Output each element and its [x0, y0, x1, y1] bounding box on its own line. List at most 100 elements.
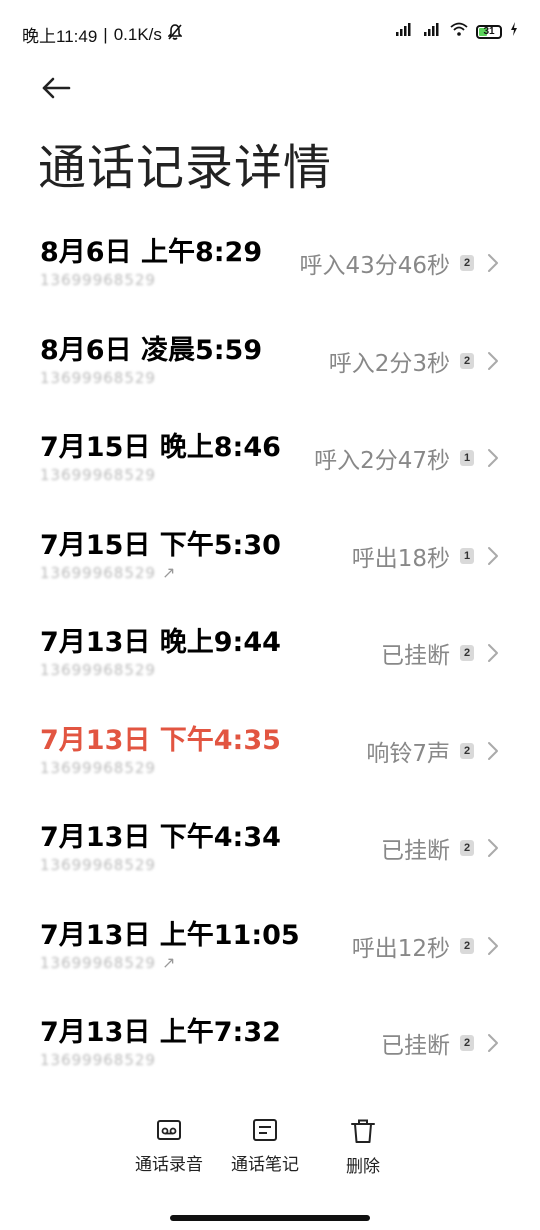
battery-level: 31 — [483, 25, 495, 37]
network-speed: 0.1K/s — [113, 24, 162, 44]
wifi-icon — [450, 22, 468, 41]
call-log-row[interactable]: 7月15日 下午5:30 13699968529 ↗ 呼出18秒 1 — [0, 513, 540, 611]
call-log-row[interactable]: 7月13日 上午7:32 13699968529 已挂断 2 — [0, 1000, 540, 1098]
phone-number-redacted: 13699968529 — [40, 563, 156, 582]
call-time: 7月13日 下午4:35 — [40, 724, 281, 756]
call-time: 7月15日 晚上8:46 — [40, 432, 281, 463]
sim-badge: 1 — [460, 450, 474, 466]
phone-number-redacted: 13699968529 — [40, 1051, 156, 1069]
signal-icon-sim2 — [422, 22, 442, 41]
chevron-right-icon — [484, 446, 502, 470]
sim-badge: 2 — [460, 352, 474, 369]
call-status: 响铃7声 — [366, 740, 450, 767]
call-log-row[interactable]: 7月13日 上午11:05 13699968529 ↗ 呼出12秒 2 — [0, 903, 540, 1001]
outgoing-arrow-icon: ↗ — [161, 953, 176, 972]
call-status: 呼入2分3秒 — [328, 350, 450, 377]
call-number: 13699968529 — [40, 1050, 156, 1070]
call-detail: 呼入2分47秒 1 — [314, 441, 502, 475]
call-log-row[interactable]: 8月6日 凌晨5:59 13699968529 呼入2分3秒 2 — [0, 318, 540, 416]
call-number: 13699968529 — [40, 368, 156, 388]
phone-number-redacted: 13699968529 — [40, 368, 156, 387]
sim-badge: 2 — [460, 937, 474, 954]
recording-icon — [157, 1120, 181, 1140]
call-number: 13699968529 ↗ — [40, 563, 175, 583]
call-status: 呼出18秒 — [351, 545, 450, 572]
phone-number-redacted: 13699968529 — [40, 758, 156, 777]
call-time: 7月13日 上午7:32 — [40, 1017, 281, 1048]
bottom-action-bar: 通话录音 通话笔记 删除 — [0, 1118, 540, 1188]
call-time: 7月13日 下午4:34 — [40, 822, 281, 853]
call-status: 已挂断 — [381, 643, 450, 669]
call-notes-label: 通话笔记 — [231, 1155, 299, 1175]
signal-icon-sim1 — [394, 22, 414, 41]
call-number: 13699968529 — [40, 660, 156, 680]
call-status: 已挂断 — [381, 838, 450, 864]
call-time: 8月6日 上午8:29 — [40, 237, 263, 268]
call-recording-label: 通话录音 — [135, 1155, 203, 1175]
bell-mute-icon — [166, 24, 183, 45]
delete-button[interactable]: 删除 — [346, 1118, 380, 1177]
call-time: 8月6日 凌晨5:59 — [40, 334, 263, 366]
chevron-right-icon — [484, 1031, 502, 1055]
phone-number-redacted: 13699968529 — [40, 953, 156, 972]
call-number: 13699968529 — [40, 758, 156, 778]
call-log-row[interactable]: 8月6日 上午8:29 13699968529 呼入43分46秒 2 — [0, 220, 540, 318]
call-log-row[interactable]: 7月15日 晚上8:46 13699968529 呼入2分47秒 1 — [0, 415, 540, 513]
chevron-right-icon — [484, 349, 502, 373]
home-indicator[interactable] — [170, 1215, 370, 1221]
call-log-row[interactable]: 7月13日 下午4:34 13699968529 已挂断 2 — [0, 805, 540, 903]
call-time: 7月13日 晚上9:44 — [40, 627, 281, 658]
trash-icon — [351, 1119, 375, 1143]
chevron-right-icon — [484, 934, 502, 958]
call-detail: 已挂断 2 — [381, 831, 502, 865]
sim-badge: 1 — [460, 547, 474, 564]
phone-number-redacted: 13699968529 — [40, 466, 156, 484]
call-status: 已挂断 — [381, 1033, 450, 1059]
call-number: 13699968529 ↗ — [40, 953, 175, 973]
phone-number-redacted: 13699968529 — [40, 661, 156, 679]
call-number: 13699968529 — [40, 270, 156, 290]
chevron-right-icon — [484, 544, 502, 568]
call-detail: 呼入43分46秒 2 — [299, 246, 502, 280]
call-detail: 响铃7声 2 — [366, 734, 502, 768]
status-time: 晚上11:49 — [22, 27, 98, 46]
call-notes-button[interactable]: 通话笔记 — [231, 1118, 299, 1175]
call-time: 7月13日 上午11:05 — [40, 919, 300, 951]
phone-number-redacted: 13699968529 — [40, 856, 156, 874]
status-separator: | — [103, 24, 108, 44]
call-detail: 呼出12秒 2 — [352, 929, 502, 963]
status-left: 晚上11:49 | 0.1K/s — [22, 22, 183, 47]
status-right: 31 — [394, 22, 518, 41]
call-detail: 已挂断 2 — [381, 1026, 502, 1060]
chevron-right-icon — [484, 251, 502, 275]
battery-icon: 31 — [476, 24, 502, 39]
call-log-row[interactable]: 7月13日 下午4:35 13699968529 响铃7声 2 — [0, 708, 540, 806]
call-detail: 已挂断 2 — [381, 636, 502, 670]
sim-badge: 2 — [460, 645, 474, 661]
delete-label: 删除 — [346, 1157, 380, 1177]
status-bar: 晚上11:49 | 0.1K/s 31 — [0, 0, 540, 68]
call-status: 呼入43分46秒 — [299, 253, 450, 279]
note-icon — [253, 1119, 277, 1141]
phone-number-redacted: 13699968529 — [40, 271, 156, 289]
sim-badge: 2 — [460, 840, 474, 856]
sim-badge: 2 — [460, 255, 474, 271]
call-recording-button[interactable]: 通话录音 — [135, 1118, 203, 1175]
sim-badge: 2 — [460, 1035, 474, 1051]
call-detail: 呼入2分3秒 2 — [329, 344, 502, 378]
call-status: 呼入2分47秒 — [314, 448, 450, 474]
call-number: 13699968529 — [40, 855, 156, 875]
chevron-right-icon — [484, 836, 502, 860]
chevron-right-icon — [484, 739, 502, 763]
page-title: 通话记录详情 — [38, 140, 333, 196]
sim-badge: 2 — [460, 742, 474, 759]
chevron-right-icon — [484, 641, 502, 665]
outgoing-arrow-icon: ↗ — [161, 563, 176, 582]
call-log-row[interactable]: 7月13日 晚上9:44 13699968529 已挂断 2 — [0, 610, 540, 708]
call-time: 7月15日 下午5:30 — [40, 529, 281, 561]
back-button[interactable] — [36, 70, 76, 106]
call-detail: 呼出18秒 1 — [352, 539, 502, 573]
charging-icon — [510, 22, 518, 41]
arrow-left-icon — [42, 77, 71, 99]
call-status: 呼出12秒 — [351, 935, 450, 962]
